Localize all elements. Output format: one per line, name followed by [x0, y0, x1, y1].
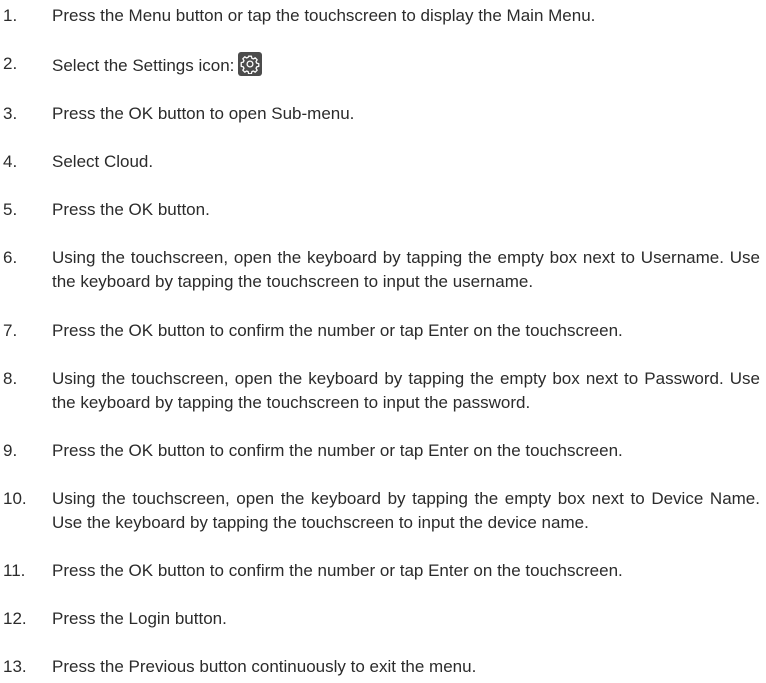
step-text: Press the Previous button continuously t…: [52, 657, 477, 676]
step-number: 5.: [3, 200, 18, 220]
step-text: Press the Login button.: [52, 608, 227, 628]
step-number: 8.: [3, 368, 18, 388]
step-text: Using the touchscreen, open the keyboard…: [52, 488, 760, 532]
step-text: Press the OK button to confirm the numbe…: [52, 320, 623, 340]
step-number: 13.: [3, 657, 27, 676]
step-number: 3.: [3, 104, 18, 124]
step-number: 4.: [3, 152, 18, 172]
step-number: 10.: [3, 488, 27, 508]
settings-gear-icon: [238, 52, 263, 77]
step-number: 6.: [3, 248, 18, 268]
step-text: Using the touchscreen, open the keyboard…: [52, 248, 760, 292]
step-text: Press the OK button to confirm the numbe…: [52, 560, 623, 580]
step-text: Press the OK button.: [52, 200, 210, 220]
step-number: 11.: [3, 560, 26, 580]
step-text: Press the Menu button or tap the touchsc…: [52, 6, 596, 25]
step-text-with-icon: Select the Settings icon:: [52, 52, 760, 78]
step-number: 12.: [3, 608, 27, 628]
step-number: 9.: [3, 440, 18, 460]
step-text: Select Cloud.: [52, 152, 154, 172]
step-text: Press the OK button to open Sub-menu.: [52, 104, 355, 124]
step-text: Select the Settings icon:: [52, 56, 235, 76]
step-text: Press the OK button to confirm the numbe…: [52, 440, 623, 460]
step-number: 1.: [3, 6, 18, 25]
step-text: Using the touchscreen, open the keyboard…: [52, 368, 760, 412]
step-number: 7.: [3, 320, 18, 340]
step-number: 2.: [3, 54, 18, 74]
